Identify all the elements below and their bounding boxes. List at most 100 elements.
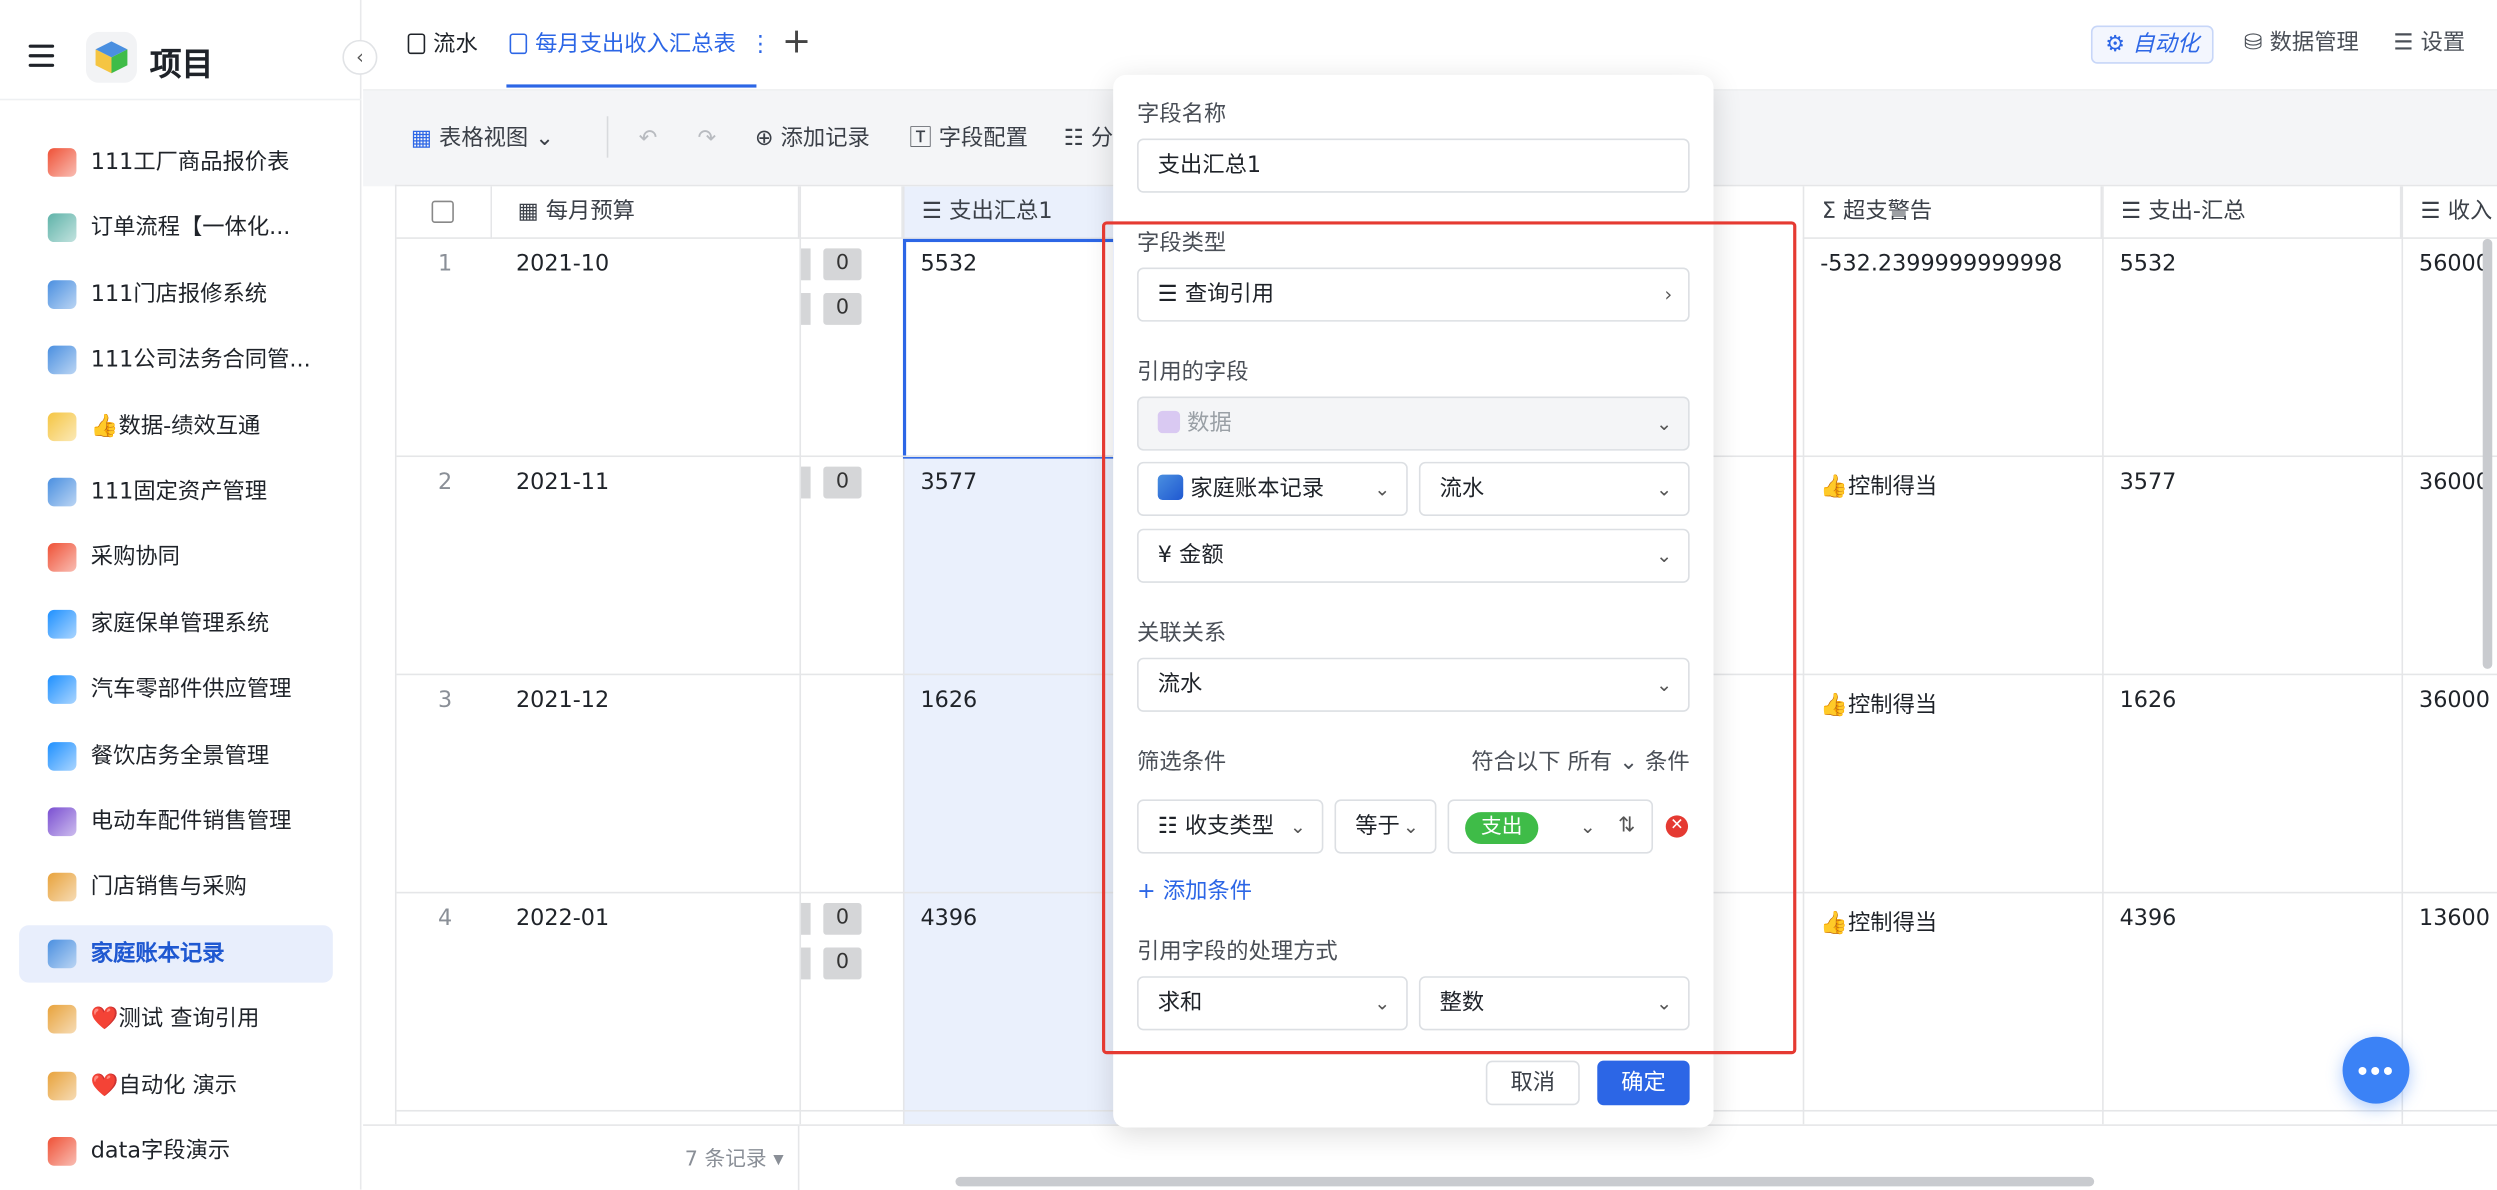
cancel-button[interactable]: 取消	[1485, 1060, 1580, 1106]
cell-over-warning[interactable]: 👍控制得当	[1820, 688, 1937, 720]
process-label: 引用字段的处理方式	[1137, 939, 1338, 966]
cell-over-warning[interactable]: 👍控制得当	[1820, 470, 1937, 502]
sidebar-item-label: 餐饮店务全景管理	[90, 743, 270, 769]
sidebar-item[interactable]: 门店销售与采购	[19, 859, 333, 916]
view-label: 表格视图	[439, 125, 529, 152]
tab-flow[interactable]: 流水	[407, 29, 478, 61]
process-method-select[interactable]: 求和 ⌄	[1137, 976, 1408, 1031]
tab-more-icon[interactable]: ⋮	[749, 32, 771, 57]
remove-condition-icon[interactable]: ✕	[1665, 815, 1689, 838]
add-tab-button[interactable]: +	[782, 22, 811, 62]
menu-icon[interactable]	[28, 44, 55, 67]
field-config-button[interactable]: 🅃 字段配置	[909, 124, 1028, 153]
add-condition-button[interactable]: + 添加条件	[1137, 874, 1252, 906]
chevron-down-icon: ⌄	[535, 125, 554, 152]
cell-month[interactable]: 2022-01	[516, 906, 609, 931]
ref-column-select[interactable]: ¥ 金额 ⌄	[1137, 528, 1690, 583]
header-expense-total1[interactable]: ☰ 支出汇总1	[902, 186, 1117, 239]
app-icon	[47, 345, 77, 375]
chevron-down-icon: ⌄	[1402, 815, 1419, 838]
sidebar-item[interactable]: 订单流程【一体化...	[19, 200, 333, 257]
data-manage-button[interactable]: ⛁ 数据管理	[2244, 27, 2359, 59]
sidebar-item[interactable]: 111工厂商品报价表	[19, 134, 333, 191]
ref-sheet-select[interactable]: 流水 ⌄	[1418, 461, 1690, 516]
header-hidden-col[interactable]	[799, 186, 903, 239]
sidebar-item[interactable]: 电动车配件销售管理	[19, 793, 333, 850]
redo-button[interactable]: ↷	[698, 124, 717, 153]
sidebar-item[interactable]: 111门店报修系统	[19, 266, 333, 323]
sidebar-item[interactable]: 汽车零部件供应管理	[19, 661, 333, 718]
cell-income[interactable]: 56000	[2419, 252, 2490, 277]
cell-over-warning[interactable]: 👍控制得当	[1820, 906, 1937, 938]
field-name-input[interactable]: 支出汇总1	[1137, 138, 1690, 193]
cell-expense-sum[interactable]: 5532	[2120, 252, 2177, 277]
cell-expense-total1[interactable]: 4396	[920, 906, 977, 931]
header-income[interactable]: ☰ 收入	[2401, 186, 2497, 239]
app-icon	[47, 279, 77, 309]
checkbox[interactable]	[431, 200, 454, 223]
ref-table-select[interactable]: 家庭账本记录 ⌄	[1137, 461, 1408, 516]
sidebar-item[interactable]: data字段演示	[19, 1123, 333, 1180]
toolbar-divider	[606, 116, 609, 158]
header-select-all[interactable]	[396, 186, 493, 239]
condition-value-select[interactable]: 支出 ⌄ ⇅	[1447, 799, 1654, 854]
tab-monthly-summary[interactable]: 每月支出收入汇总表 ⋮	[509, 29, 771, 61]
ref-data-select[interactable]: 数据 ⌄	[1137, 396, 1690, 451]
sidebar-item[interactable]: ❤️测试 查询引用	[19, 991, 333, 1048]
cell-month[interactable]: 2021-11	[516, 470, 609, 495]
filter-match-mode-select[interactable]: 所有 ⌄	[1568, 750, 1638, 775]
cell-income[interactable]: 36000	[2419, 470, 2490, 495]
condition-value-tag: 支出	[1465, 812, 1539, 845]
cell-month[interactable]: 2021-10	[516, 252, 609, 277]
sidebar-item[interactable]: 👍数据-绩效互通	[19, 397, 333, 454]
vertical-scrollbar[interactable]	[2482, 238, 2493, 669]
sidebar-item[interactable]: 采购协同	[19, 529, 333, 586]
cell-expense-sum[interactable]: 1626	[2120, 688, 2177, 713]
sort-icon[interactable]: ⇅	[1618, 801, 1635, 852]
header-over-warning[interactable]: Σ 超支警告	[1802, 186, 2103, 239]
sidebar-item[interactable]: ❤️自动化 演示	[19, 1057, 333, 1114]
cell-expense-sum[interactable]: 4396	[2120, 906, 2177, 931]
cell-fragment	[801, 902, 811, 935]
filter-match-suffix: 条件	[1645, 750, 1690, 776]
cell-income[interactable]: 13600	[2419, 906, 2490, 931]
cell-expense-total1[interactable]: 5532	[920, 252, 977, 277]
cell-over-warning[interactable]: -532.2399999999998	[1820, 252, 2062, 277]
floating-more-button[interactable]	[2342, 1036, 2410, 1104]
ref-column-value: 金额	[1179, 543, 1224, 569]
app-icon	[47, 1071, 77, 1100]
header-month-budget[interactable]: ▦ 每月预算	[492, 186, 800, 239]
undo-button[interactable]: ↶	[639, 124, 658, 153]
condition-operator-select[interactable]: 等于 ⌄	[1334, 799, 1437, 854]
automation-button[interactable]: ⚙ 自动化	[2090, 25, 2214, 64]
horizontal-scrollbar[interactable]	[955, 1176, 2095, 1187]
sidebar-item[interactable]: 餐饮店务全景管理	[19, 727, 333, 784]
condition-field-select[interactable]: ☷ 收支类型 ⌄	[1137, 799, 1324, 854]
confirm-button[interactable]: 确定	[1597, 1060, 1690, 1106]
list-icon: ☷	[1063, 125, 1084, 152]
collapse-sidebar-button[interactable]: ‹	[342, 39, 378, 75]
cell-expense-total1[interactable]: 1626	[920, 688, 977, 713]
cell-income[interactable]: 36000	[2419, 688, 2490, 713]
header-expense-sum[interactable]: ☰ 支出-汇总	[2102, 186, 2402, 239]
cell-expense-total1[interactable]: 3577	[920, 470, 977, 495]
data-manage-label: 数据管理	[2269, 30, 2359, 56]
sidebar-item-label: 111固定资产管理	[90, 479, 268, 505]
record-count[interactable]: 7 条记录 ▾	[685, 1142, 784, 1172]
cell-zero-tag: 0	[823, 248, 862, 281]
group-button[interactable]: ☷ 分	[1064, 124, 1113, 153]
sidebar-item[interactable]: 家庭保单管理系统	[19, 595, 333, 652]
relation-select[interactable]: 流水 ⌄	[1137, 657, 1690, 712]
process-format-select[interactable]: 整数 ⌄	[1418, 976, 1690, 1031]
add-record-button[interactable]: ⊕ 添加记录	[755, 124, 870, 153]
cell-expense-sum[interactable]: 3577	[2120, 470, 2177, 495]
view-switcher[interactable]: ▦ 表格视图 ⌄	[411, 124, 554, 153]
settings-button[interactable]: ☰ 设置	[2394, 27, 2466, 59]
sidebar-item[interactable]: 111固定资产管理	[19, 463, 333, 520]
field-type-select[interactable]: ☰ 查询引用 ›	[1137, 267, 1690, 322]
cell-month[interactable]: 2021-12	[516, 688, 609, 713]
cell-fragment	[801, 248, 811, 281]
sidebar-item[interactable]: 111公司法务合同管...	[19, 332, 333, 389]
sidebar-item[interactable]: 家庭账本记录	[19, 924, 333, 983]
project-logo	[85, 31, 137, 83]
